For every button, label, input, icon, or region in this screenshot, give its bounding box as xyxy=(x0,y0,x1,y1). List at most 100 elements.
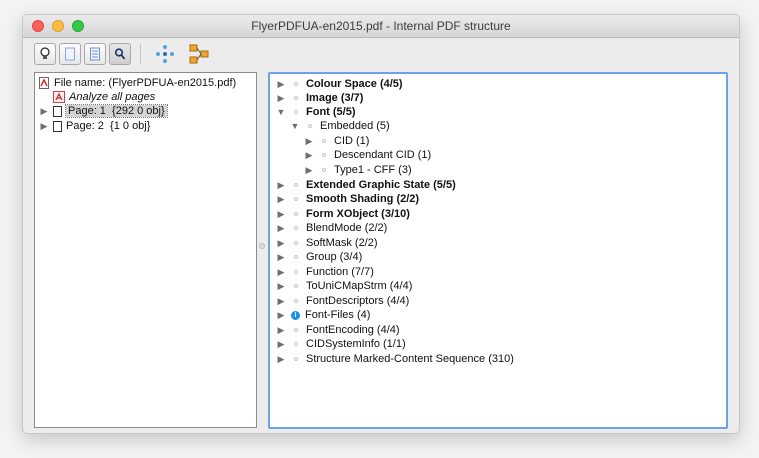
tree-item-group[interactable]: ▶ Group (3/4) xyxy=(276,250,363,264)
bullet-icon xyxy=(294,328,298,332)
file-name-label: File name: (FlyerPDFUA-en2015.pdf) xyxy=(54,77,237,89)
page-view-button[interactable] xyxy=(59,43,81,65)
bullet-icon xyxy=(294,270,298,274)
expand-arrow-icon[interactable]: ▶ xyxy=(276,209,286,220)
tree-item-softmask[interactable]: ▶ SoftMask (2/2) xyxy=(276,236,378,250)
tree-item-label: Function (7/7) xyxy=(306,266,374,278)
expand-arrow-icon[interactable]: ▶ xyxy=(276,281,286,292)
resource-tree-pane[interactable]: ▶ Colour Space (4/5) ▶ Image (3/7) ▼ Fon… xyxy=(268,72,728,429)
expand-arrow-icon[interactable]: ▶ xyxy=(276,354,286,365)
expand-arrow-icon[interactable]: ▶ xyxy=(276,252,286,263)
page-2-obj: {1 0 obj} xyxy=(110,120,151,132)
tree-item-label: BlendMode (2/2) xyxy=(306,222,388,234)
expand-arrow-icon[interactable]: ▶ xyxy=(304,136,314,147)
expand-arrow-icon[interactable]: ▶ xyxy=(276,79,286,90)
document-tree-pane[interactable]: File name: (FlyerPDFUA-en2015.pdf) Analy… xyxy=(34,72,257,428)
tree-item-label: Type1 - CFF (3) xyxy=(334,164,412,176)
expand-arrow-icon[interactable]: ▶ xyxy=(39,106,49,117)
bullet-icon xyxy=(294,357,298,361)
tree-item-fontdescriptors[interactable]: ▶ FontDescriptors (4/4) xyxy=(276,294,410,308)
expand-arrow-icon[interactable]: ▶ xyxy=(276,223,286,234)
page-layout-button[interactable] xyxy=(84,43,106,65)
collapse-arrow-icon[interactable]: ▼ xyxy=(276,107,286,117)
expand-arrow-icon[interactable]: ▶ xyxy=(276,339,286,350)
tree-item-font-files[interactable]: ▶ i Font-Files (4) xyxy=(276,308,371,322)
collapse-arrow-icon[interactable]: ▼ xyxy=(290,121,300,131)
tree-item-fontencoding[interactable]: ▶ FontEncoding (4/4) xyxy=(276,323,400,337)
title-bar: FlyerPDFUA-en2015.pdf - Internal PDF str… xyxy=(23,15,739,38)
toolbar-separator xyxy=(140,44,141,64)
page-layout-icon xyxy=(90,47,100,61)
expand-arrow-icon[interactable]: ▶ xyxy=(276,93,286,104)
info-icon: i xyxy=(291,310,300,320)
bullet-icon xyxy=(294,299,298,303)
bullet-icon xyxy=(294,82,298,86)
expand-arrow-icon[interactable]: ▶ xyxy=(276,180,286,191)
expand-arrow-icon[interactable]: ▶ xyxy=(276,267,286,278)
tree-item-cid[interactable]: ▶ CID (1) xyxy=(304,134,370,148)
tree-item-blendmode[interactable]: ▶ BlendMode (2/2) xyxy=(276,221,388,235)
tree-item-embedded[interactable]: ▼ Embedded (5) xyxy=(290,119,390,133)
analyze-all-pages-label: Analyze all pages xyxy=(69,91,156,103)
tree-item-label: Smooth Shading (2/2) xyxy=(306,193,420,205)
expand-arrow-icon[interactable]: ▶ xyxy=(276,238,286,249)
bullet-icon xyxy=(322,153,326,157)
page-icon xyxy=(65,47,75,61)
tree-item-font[interactable]: ▼ Font (5/5) xyxy=(276,105,356,119)
expand-arrow-icon[interactable]: ▶ xyxy=(276,296,286,307)
bullet-icon xyxy=(308,124,312,128)
structure-nodes-icon xyxy=(156,45,174,63)
tree-item-label: Colour Space (4/5) xyxy=(306,78,403,90)
lightbulb-icon xyxy=(40,47,50,59)
tree-item-label: Embedded (5) xyxy=(320,120,390,132)
bullet-icon xyxy=(294,226,298,230)
bullet-icon xyxy=(294,110,298,114)
page-2-node[interactable]: ▶ Page: 2 {1 0 obj} xyxy=(39,119,151,133)
page-1-label: Page: 1 xyxy=(68,105,106,117)
expand-arrow-icon[interactable]: ▶ xyxy=(276,310,286,321)
page-1-node[interactable]: ▶ Page: 1 {292 0 obj} xyxy=(39,104,168,118)
toolbar xyxy=(23,38,739,72)
expand-arrow-icon[interactable]: ▶ xyxy=(276,325,286,336)
inspect-button[interactable] xyxy=(109,43,131,65)
tree-item-label: Font (5/5) xyxy=(306,106,356,118)
tree-item-image[interactable]: ▶ Image (3/7) xyxy=(276,91,364,105)
tree-item-smooth-shading[interactable]: ▶ Smooth Shading (2/2) xyxy=(276,192,420,206)
lightbulb-button[interactable] xyxy=(34,43,56,65)
expand-arrow-icon[interactable]: ▶ xyxy=(304,165,314,176)
tree-item-label: Structure Marked-Content Sequence (310) xyxy=(306,353,514,365)
expand-arrow-icon[interactable]: ▶ xyxy=(276,194,286,205)
expand-arrow-icon[interactable]: ▶ xyxy=(304,150,314,161)
tree-item-label: CID (1) xyxy=(334,135,370,147)
expand-arrow-icon[interactable]: ▶ xyxy=(39,121,49,132)
tree-item-descendant-cid[interactable]: ▶ Descendant CID (1) xyxy=(304,148,432,162)
bullet-icon xyxy=(294,197,298,201)
tree-item-function[interactable]: ▶ Function (7/7) xyxy=(276,265,374,279)
tree-item-label: CIDSystemInfo (1/1) xyxy=(306,338,406,350)
bullet-icon xyxy=(294,284,298,288)
tree-item-label: Form XObject (3/10) xyxy=(306,208,410,220)
pane-splitter-handle[interactable] xyxy=(259,243,265,249)
tree-item-cidsysteminfo[interactable]: ▶ CIDSystemInfo (1/1) xyxy=(276,337,406,351)
bullet-icon xyxy=(294,241,298,245)
tree-item-extended-graphic-state[interactable]: ▶ Extended Graphic State (5/5) xyxy=(276,178,456,192)
bullet-icon xyxy=(294,342,298,346)
tree-item-form-xobject[interactable]: ▶ Form XObject (3/10) xyxy=(276,207,410,221)
tree-item-type1-cff[interactable]: ▶ Type1 - CFF (3) xyxy=(304,163,412,177)
tree-item-structure-marked-content[interactable]: ▶ Structure Marked-Content Sequence (310… xyxy=(276,352,514,366)
tree-item-label: Image (3/7) xyxy=(306,92,364,104)
tree-item-tounicmapstrm[interactable]: ▶ ToUniCMapStrm (4/4) xyxy=(276,279,413,293)
bullet-icon xyxy=(294,212,298,216)
tag-tree-button[interactable] xyxy=(188,43,210,65)
bullet-icon xyxy=(322,168,326,172)
app-window: FlyerPDFUA-en2015.pdf - Internal PDF str… xyxy=(22,14,740,434)
tree-item-label: FontDescriptors (4/4) xyxy=(306,295,410,307)
tree-item-label: Extended Graphic State (5/5) xyxy=(306,179,456,191)
structure-nodes-button[interactable] xyxy=(154,43,176,65)
tree-item-colour-space[interactable]: ▶ Colour Space (4/5) xyxy=(276,77,403,91)
analyze-all-pages-item[interactable]: Analyze all pages xyxy=(53,90,155,104)
file-name-row[interactable]: File name: (FlyerPDFUA-en2015.pdf) xyxy=(39,76,236,90)
pdf-file-icon xyxy=(39,77,49,89)
tree-item-label: Group (3/4) xyxy=(306,251,363,263)
page-icon xyxy=(53,120,62,132)
